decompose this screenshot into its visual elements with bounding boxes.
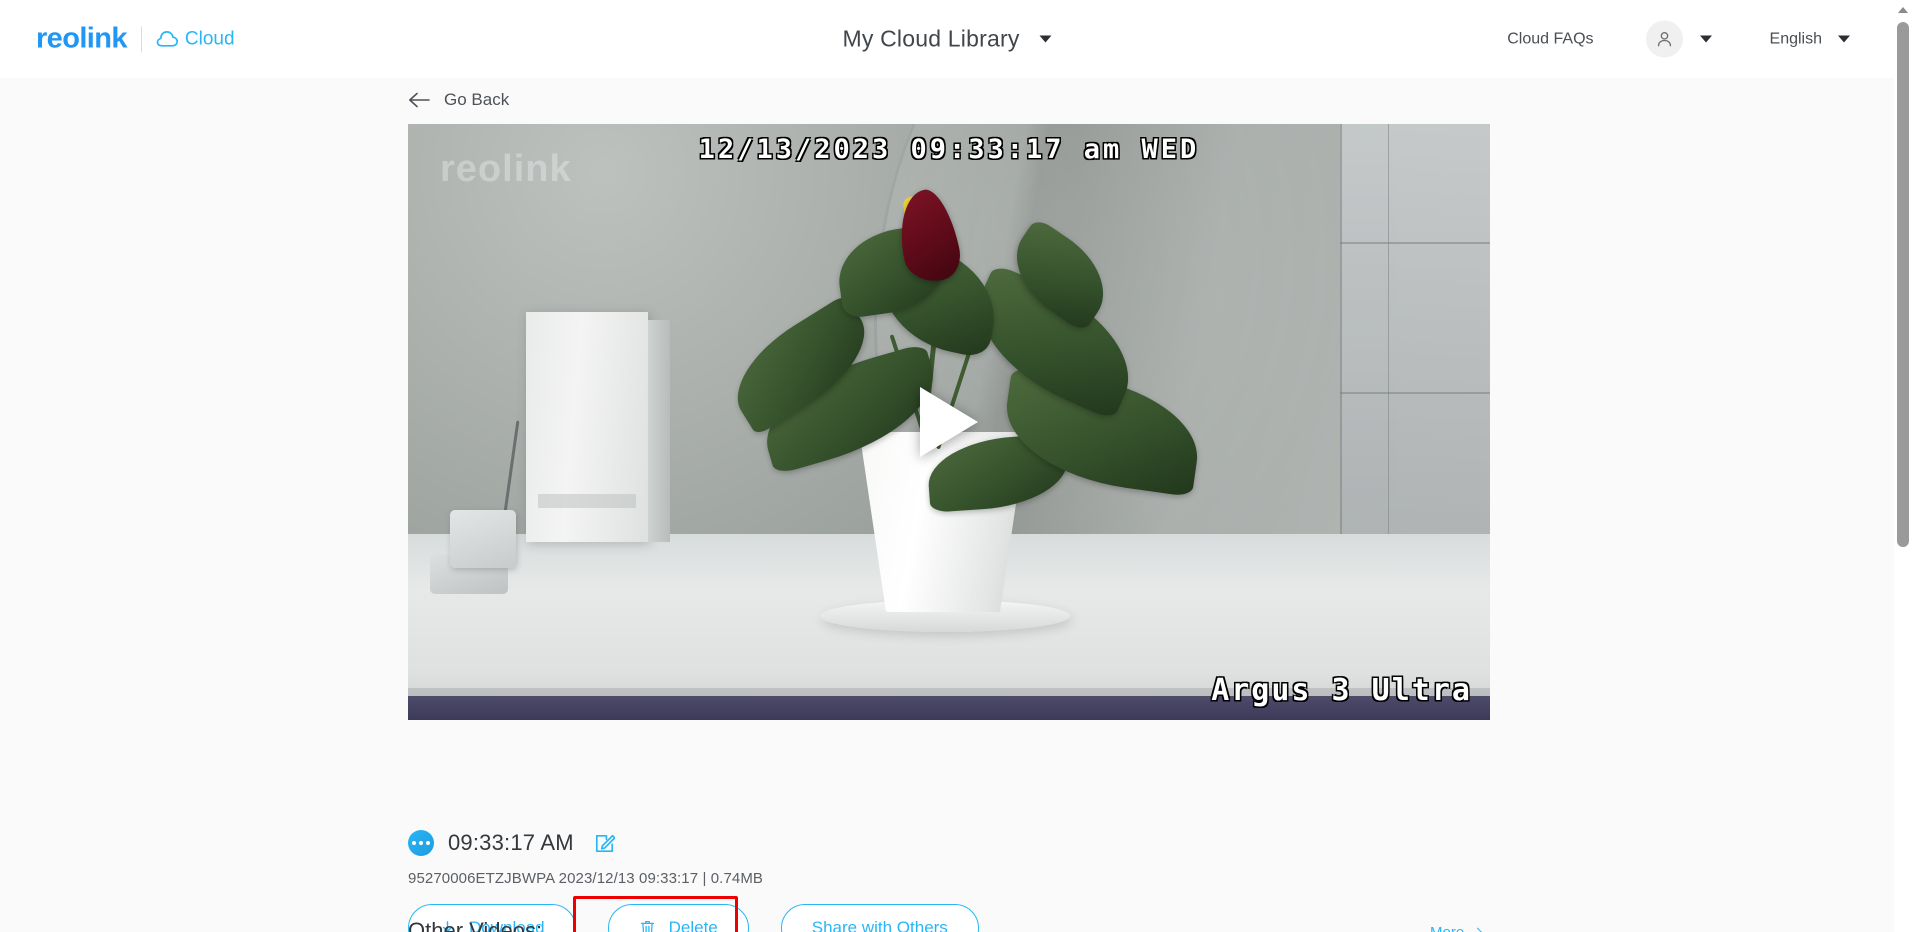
video-camera-name: Argus 3 Ultra — [1211, 673, 1472, 708]
scene-window-panel — [1340, 124, 1490, 554]
clip-detail-row: 09:33:17 AM — [408, 830, 615, 856]
arrow-left-icon — [409, 92, 430, 108]
account-chevron-down-icon — [1699, 35, 1712, 43]
scene-white-box-side — [648, 320, 670, 542]
header-actions: Cloud FAQs English — [1507, 20, 1850, 58]
clip-time: 09:33:17 AM — [448, 830, 574, 855]
library-title-dropdown[interactable]: My Cloud Library — [842, 25, 1052, 53]
cloud-faqs-link[interactable]: Cloud FAQs — [1507, 30, 1593, 48]
language-selector[interactable]: English — [1770, 30, 1850, 48]
video-player[interactable]: reolink 12/13/2023 09:33:17 am WED Argus… — [408, 124, 1490, 720]
scene-window-frame-mid — [1340, 392, 1490, 394]
language-label: English — [1769, 30, 1822, 47]
go-back-button[interactable]: Go Back — [408, 90, 509, 110]
share-label: Share with Others — [811, 918, 948, 932]
delete-label: Delete — [668, 918, 718, 932]
account-menu[interactable] — [1645, 20, 1712, 58]
play-button[interactable] — [920, 387, 978, 457]
dot — [419, 841, 423, 845]
delete-button[interactable]: Delete — [607, 904, 749, 932]
avatar — [1645, 20, 1683, 58]
scrollbar-thumb[interactable] — [1897, 22, 1909, 547]
page-content: Go Back reolink 12/13/2023 09:33:17 am W… — [0, 78, 1894, 932]
cloud-label-text: Cloud — [184, 28, 235, 49]
scene-window-frame-top — [1340, 242, 1490, 244]
chevron-down-icon — [1039, 35, 1052, 43]
scene-box-label — [538, 494, 636, 508]
more-options-icon[interactable] — [408, 830, 434, 856]
scroll-up-arrow-icon[interactable] — [1898, 7, 1908, 13]
brand-divider — [140, 26, 142, 52]
edit-icon[interactable] — [594, 833, 615, 854]
go-back-label: Go Back — [444, 90, 510, 109]
cloud-product-label: Cloud — [156, 28, 235, 50]
dot — [426, 841, 430, 845]
more-videos-link[interactable]: More — [1430, 924, 1483, 932]
video-osd-timestamp: 12/13/2023 09:33:17 am WED — [698, 134, 1200, 165]
more-label: More — [1430, 924, 1464, 932]
page-title: My Cloud Library — [842, 25, 1020, 52]
other-videos-title: Other Videos: — [408, 918, 543, 932]
scene-adapter-front — [450, 510, 516, 568]
share-button[interactable]: Share with Others — [780, 904, 979, 932]
trash-icon — [640, 920, 654, 932]
app-root: reolink Cloud My Cloud Library Cloud FAQ… — [0, 0, 1912, 932]
scene-white-box — [526, 312, 648, 542]
cloud-icon — [156, 31, 178, 47]
reolink-wordmark: reolink — [36, 22, 127, 55]
user-icon — [1657, 31, 1671, 47]
dot — [412, 841, 416, 845]
clip-metadata: 95270006ETZJBWPA 2023/12/13 09:33:17 | 0… — [408, 870, 764, 887]
brand-logo-link[interactable]: reolink Cloud — [36, 22, 235, 55]
chevron-right-icon — [1472, 927, 1483, 932]
language-chevron-down-icon — [1838, 35, 1850, 43]
page-scrollbar[interactable] — [1894, 0, 1912, 932]
app-header: reolink Cloud My Cloud Library Cloud FAQ… — [0, 0, 1894, 78]
